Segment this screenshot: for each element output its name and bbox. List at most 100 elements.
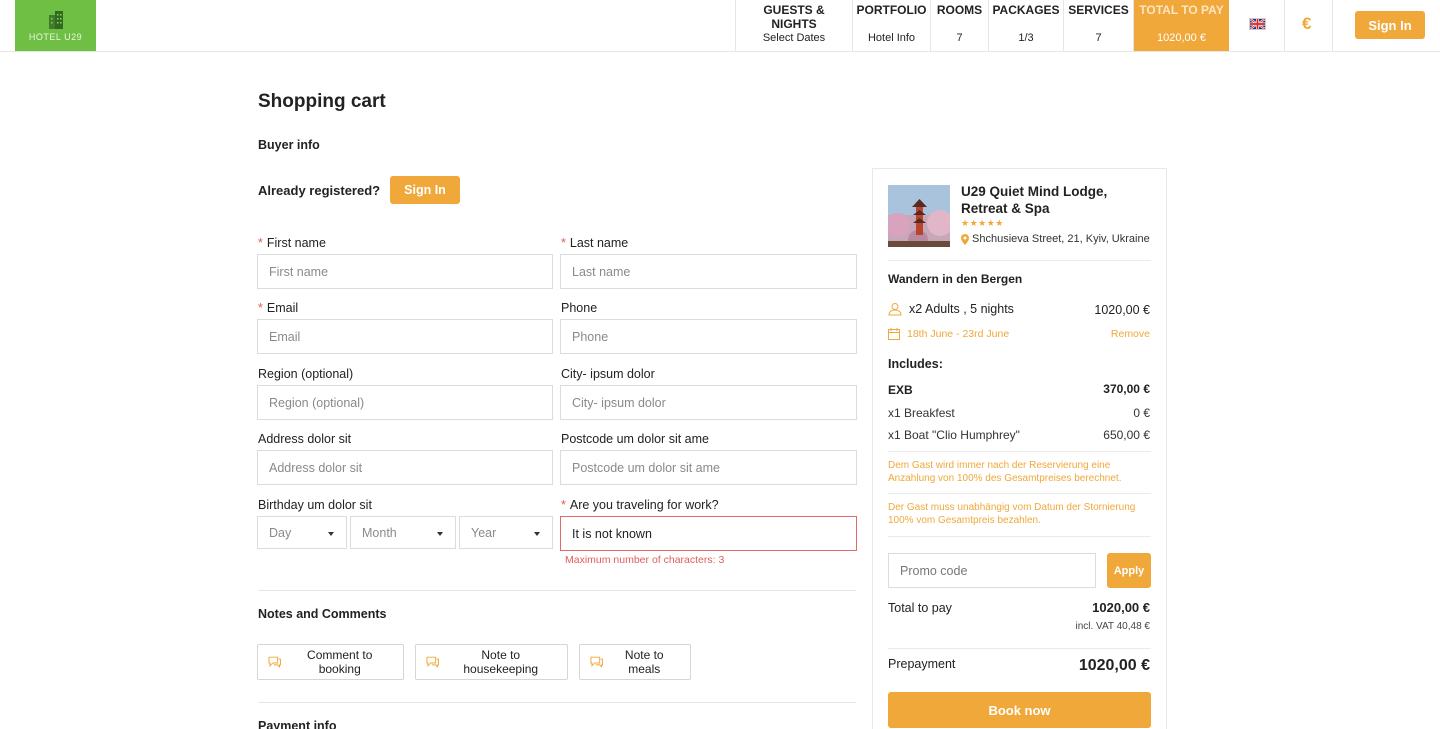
city-field[interactable] bbox=[560, 385, 857, 420]
vat-note: incl. VAT 40,48 € bbox=[1075, 621, 1151, 632]
header-divider bbox=[1332, 0, 1333, 51]
comment-to-booking-label: Comment to booking bbox=[307, 648, 373, 676]
item-label: EXB bbox=[888, 383, 913, 397]
required-marker: * bbox=[561, 498, 566, 512]
nav-guests-nights[interactable]: GUESTS & NIGHTS Select Dates bbox=[735, 0, 852, 51]
hotel-logo[interactable]: HOTEL U29 bbox=[15, 0, 96, 51]
guests-text: x2 Adults , 5 nights bbox=[909, 302, 1014, 316]
payment-info-heading: Payment info bbox=[258, 719, 337, 729]
birthday-label: Birthday um dolor sit bbox=[258, 498, 372, 512]
nav-rooms-title: ROOMS bbox=[936, 3, 983, 17]
notes-heading: Notes and Comments bbox=[258, 607, 387, 621]
nav-services[interactable]: SERVICES 7 bbox=[1063, 0, 1133, 51]
remove-link[interactable]: Remove bbox=[1111, 328, 1150, 340]
required-marker: * bbox=[258, 236, 263, 250]
postcode-label: Postcode um dolor sit ame bbox=[561, 432, 709, 446]
card-divider bbox=[888, 648, 1151, 649]
first-name-field[interactable] bbox=[257, 254, 553, 289]
item-price: 0 € bbox=[1133, 406, 1150, 420]
card-divider bbox=[888, 260, 1151, 261]
first-name-label-text: First name bbox=[266, 236, 326, 250]
item-price: 370,00 € bbox=[1103, 382, 1150, 396]
nav-rooms-value: 7 bbox=[956, 32, 963, 44]
required-marker: * bbox=[258, 301, 263, 315]
prepayment-policy: Dem Gast wird immer nach der Reservierun… bbox=[888, 460, 1122, 484]
comment-to-booking-button[interactable]: Comment to booking bbox=[257, 644, 404, 680]
book-now-button[interactable]: Book now bbox=[888, 692, 1151, 728]
address-field[interactable] bbox=[257, 450, 553, 485]
birthday-year-select[interactable]: Year bbox=[459, 516, 553, 549]
birthday-month-select[interactable]: Month bbox=[350, 516, 456, 549]
card-divider bbox=[888, 536, 1151, 537]
last-name-label: * Last name bbox=[561, 236, 628, 250]
work-travel-label-text: Are you traveling for work? bbox=[569, 498, 719, 512]
card-divider bbox=[888, 451, 1151, 452]
email-field[interactable] bbox=[257, 319, 553, 354]
total-to-pay-label: Total to pay bbox=[888, 601, 952, 615]
nav-guests-nights-value: Select Dates bbox=[762, 32, 826, 44]
phone-label: Phone bbox=[561, 301, 598, 315]
nav-packages-title: PACKAGES bbox=[992, 3, 1060, 17]
total-to-pay-value: 1020,00 € bbox=[1092, 600, 1150, 615]
uk-flag-icon[interactable] bbox=[1249, 18, 1266, 30]
section-divider bbox=[258, 702, 856, 703]
prepayment-value: 1020,00 € bbox=[1078, 657, 1150, 674]
address-label: Address dolor sit bbox=[258, 432, 352, 446]
package-name: Wandern in den Bergen bbox=[888, 272, 1023, 286]
item-label: x1 Boat "Clio Humphrey" bbox=[888, 428, 1020, 442]
hotel-thumbnail[interactable] bbox=[888, 185, 950, 247]
header-sign-in-button[interactable]: Sign In bbox=[1355, 11, 1425, 39]
nav-portfolio[interactable]: PORTFOLIO Hotel Info bbox=[852, 0, 930, 51]
nav-total-value: 1020,00 € bbox=[1157, 32, 1206, 44]
month-select-value: Month bbox=[362, 525, 397, 540]
currency-selector[interactable]: € bbox=[1302, 14, 1311, 34]
booking-summary-card bbox=[872, 168, 1167, 729]
phone-field[interactable] bbox=[560, 319, 857, 354]
apply-promo-button[interactable]: Apply bbox=[1107, 553, 1151, 588]
nav-rooms[interactable]: ROOMS 7 bbox=[930, 0, 988, 51]
year-select-value: Year bbox=[471, 525, 497, 540]
last-name-field[interactable] bbox=[560, 254, 857, 289]
calendar-icon bbox=[888, 328, 900, 340]
user-icon bbox=[888, 303, 902, 316]
region-field[interactable] bbox=[257, 385, 553, 420]
nav-packages[interactable]: PACKAGES 1/3 bbox=[988, 0, 1063, 51]
building-icon bbox=[48, 11, 63, 29]
nav-total-to-pay[interactable]: TOTAL TO PAY 1020,00 € bbox=[1133, 0, 1229, 51]
nav-portfolio-value: Hotel Info bbox=[867, 32, 916, 44]
stay-dates-text: 18th June - 23rd June bbox=[907, 328, 1010, 340]
chevron-down-icon bbox=[328, 532, 334, 536]
nav-guests-nights-title: GUESTS & NIGHTS bbox=[763, 3, 825, 31]
nav-portfolio-title: PORTFOLIO bbox=[856, 3, 927, 17]
cancellation-policy: Der Gast muss unabhängig vom Datum der S… bbox=[888, 502, 1136, 526]
email-label-text: Email bbox=[266, 301, 299, 315]
page-title: Shopping cart bbox=[258, 91, 386, 112]
birthday-day-select[interactable]: Day bbox=[257, 516, 347, 549]
sign-in-button[interactable]: Sign In bbox=[390, 176, 460, 204]
postcode-field[interactable] bbox=[560, 450, 857, 485]
required-marker: * bbox=[561, 236, 566, 250]
region-label: Region (optional) bbox=[258, 367, 354, 381]
work-travel-field[interactable] bbox=[560, 516, 857, 551]
chevron-down-icon bbox=[437, 532, 443, 536]
map-pin-icon bbox=[961, 233, 969, 245]
card-divider bbox=[888, 493, 1151, 494]
guests-price: 1020,00 € bbox=[1094, 303, 1150, 317]
header-divider bbox=[1284, 0, 1285, 51]
buyer-info-heading: Buyer info bbox=[258, 138, 320, 152]
nav-total-title: TOTAL TO PAY bbox=[1139, 3, 1224, 17]
guests-line: x2 Adults , 5 nights bbox=[888, 302, 1014, 316]
nav-services-value: 7 bbox=[1095, 32, 1102, 44]
hotel-address-text: Shchusieva Street, 21, Kyiv, Ukraine bbox=[972, 233, 1150, 245]
note-to-meals-button[interactable]: Note to meals bbox=[579, 644, 691, 680]
hotel-name: U29 Quiet Mind Lodge, Retreat & Spa bbox=[961, 184, 1108, 216]
first-name-label: * First name bbox=[258, 236, 326, 250]
note-to-housekeeping-button[interactable]: Note to housekeeping bbox=[415, 644, 568, 680]
email-label: * Email bbox=[258, 301, 298, 315]
comment-icon bbox=[590, 656, 604, 668]
nav-packages-value: 1/3 bbox=[1018, 32, 1034, 44]
promo-code-input[interactable] bbox=[888, 553, 1096, 588]
city-label: City- ipsum dolor bbox=[561, 367, 655, 381]
comment-icon bbox=[268, 656, 281, 668]
hotel-stars: ★★★★★ bbox=[961, 218, 1004, 228]
